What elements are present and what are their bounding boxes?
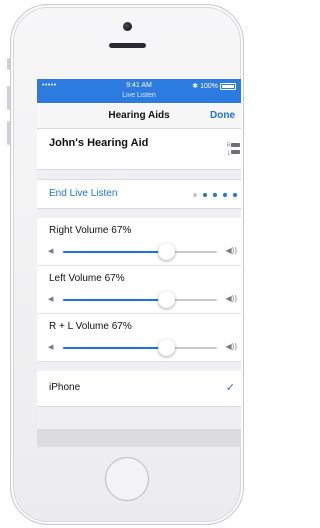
right-volume-row: Right Volume 67% ◀ ◀)) — [37, 218, 241, 266]
bottom-area — [37, 429, 241, 447]
section-gap — [37, 362, 241, 371]
slider-thumb[interactable] — [158, 291, 176, 308]
volume-max-icon: ◀)) — [225, 294, 237, 303]
battery-level-icons — [231, 143, 240, 157]
slider-fill — [63, 251, 167, 253]
volume-max-icon: ◀)) — [225, 246, 237, 255]
battery-percent: 100% — [200, 82, 218, 90]
device-row[interactable]: John's Hearing Aid R L — [37, 129, 241, 170]
combined-volume-label: R + L Volume 67% — [49, 321, 132, 332]
slider-thumb[interactable] — [158, 243, 176, 260]
screen: ••••• 9:41 AM Live Listen ✱ 100% Hearing… — [37, 79, 241, 447]
device-name: John's Hearing Aid — [49, 137, 149, 149]
checkmark-icon: ✓ — [225, 382, 235, 394]
home-button[interactable] — [105, 457, 149, 501]
status-right: ✱ 100% — [192, 82, 236, 90]
section-gap — [37, 209, 241, 218]
activity-dots — [193, 193, 237, 197]
left-volume-slider[interactable] — [63, 291, 217, 308]
done-button[interactable]: Done — [210, 110, 235, 121]
volume-down-button — [7, 121, 10, 145]
end-live-listen-button[interactable]: End Live Listen — [49, 188, 117, 199]
volume-min-icon: ◀ — [48, 296, 54, 303]
right-battery-icon — [231, 143, 240, 147]
navigation-bar: Hearing Aids Done — [37, 103, 241, 129]
source-label: iPhone — [49, 382, 81, 393]
activity-dot — [233, 193, 237, 197]
slider-thumb[interactable] — [158, 339, 176, 356]
activity-dot — [223, 193, 227, 197]
volume-up-button — [7, 86, 10, 110]
activity-dot — [203, 193, 207, 197]
left-battery-icon — [231, 150, 240, 154]
left-volume-row: Left Volume 67% ◀ ◀)) — [37, 266, 241, 314]
slider-fill — [63, 347, 167, 349]
live-listen-indicator[interactable]: Live Listen — [37, 92, 241, 99]
combined-volume-slider[interactable] — [63, 339, 217, 356]
activity-dot — [213, 193, 217, 197]
section-gap — [37, 170, 241, 179]
volume-max-icon: ◀)) — [225, 342, 237, 351]
right-volume-label: Right Volume 67% — [49, 225, 132, 236]
battery-icon — [220, 82, 236, 90]
activity-dot — [193, 193, 197, 197]
combined-volume-row: R + L Volume 67% ◀ ◀)) — [37, 314, 241, 362]
end-live-listen-row[interactable]: End Live Listen — [37, 179, 241, 209]
earpiece-speaker — [109, 43, 146, 48]
slider-fill — [63, 299, 167, 301]
volume-min-icon: ◀ — [48, 248, 54, 255]
left-volume-label: Left Volume 67% — [49, 273, 125, 284]
status-bar: ••••• 9:41 AM Live Listen ✱ 100% — [37, 79, 241, 103]
source-row-iphone[interactable]: iPhone ✓ — [37, 371, 241, 407]
front-camera — [123, 22, 132, 31]
mute-switch — [7, 58, 10, 70]
right-volume-slider[interactable] — [63, 243, 217, 260]
volume-min-icon: ◀ — [48, 344, 54, 351]
bluetooth-icon: ✱ — [192, 83, 199, 90]
